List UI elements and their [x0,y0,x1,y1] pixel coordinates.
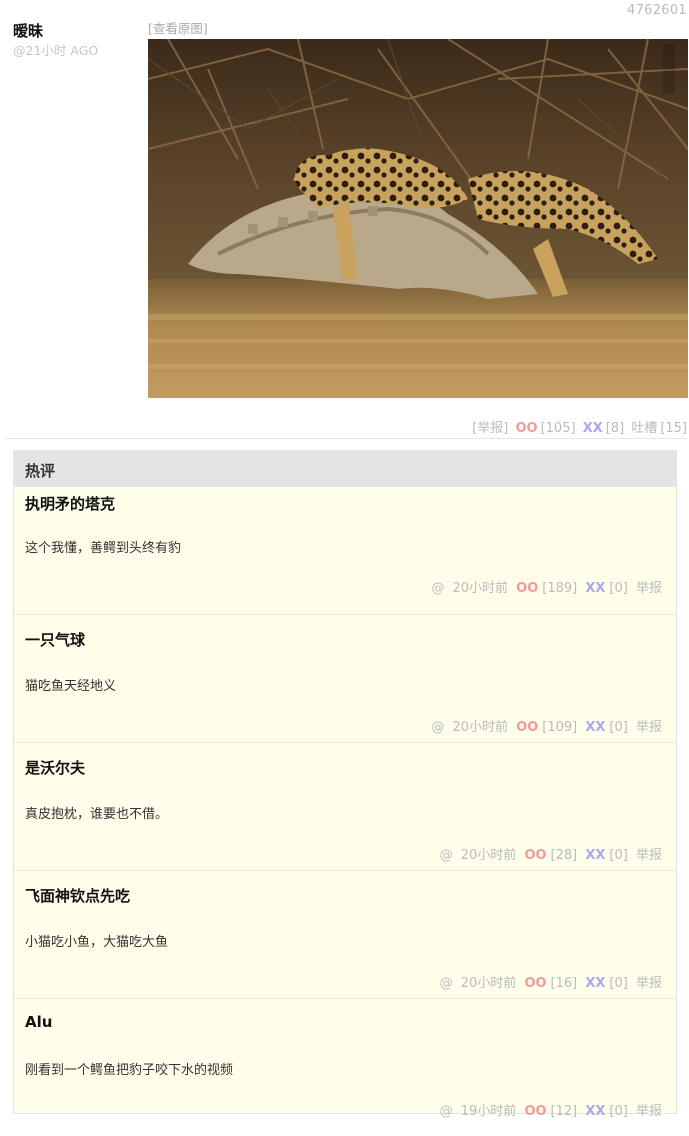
comment-text: 小猫吃小鱼，大猫吃大鱼 [25,935,169,950]
comment-oo-button[interactable]: OO [524,1104,546,1119]
comment-meta: @ 19小时前 OO [12] XX [0] 举报 [440,1100,662,1119]
post-id: 4762601 [627,3,687,18]
comment-time: 20小时前 [460,848,517,863]
post-author[interactable]: 暧昧 [13,20,43,41]
comment-author[interactable]: Alu [25,1013,52,1031]
comment-report-link[interactable]: 举报 [636,848,662,863]
post-xx-count: [8] [605,421,625,436]
comment-oo-count: [16] [550,976,578,991]
reply-at-link[interactable]: @ [431,720,444,735]
comment-text: 这个我懂，善鳄到头终有豹 [25,541,182,556]
comment-item: Alu 刚看到一个鳄鱼把豹子咬下水的视频 @ 19小时前 OO [12] XX [0… [14,999,676,1127]
comment-report-link[interactable]: 举报 [636,581,662,596]
comment-time: 19小时前 [460,1104,517,1119]
post-tucao-count: [15] [660,421,687,436]
post-page: 4762601 暧昧 @21小时 AGO [查看原图] [举报] OO [105… [0,0,689,1136]
hot-comments-panel: 热评 执明矛的塔克 这个我懂，善鳄到头终有豹 @ 20小时前 OO [189] X… [13,450,677,1119]
comment-report-link[interactable]: 举报 [636,1104,662,1119]
comment-xx-count: [0] [609,581,628,596]
post-xx-button[interactable]: XX [583,421,603,436]
comment-oo-button[interactable]: OO [516,720,538,735]
comment-xx-button[interactable]: XX [585,581,605,596]
reply-at-link[interactable]: @ [440,976,453,991]
post-divider [6,438,687,439]
comment-text: 猫吃鱼天经地义 [25,679,117,694]
comment-xx-count: [0] [609,848,628,863]
comment-time: 20小时前 [452,581,509,596]
reply-at-link[interactable]: @ [431,581,444,596]
comment-report-link[interactable]: 举报 [636,720,662,735]
comment-meta: @ 20小时前 OO [109] XX [0] 举报 [431,716,662,735]
comment-item: 一只气球 猫吃鱼天经地义 @ 20小时前 OO [109] XX [0] 举报 [14,615,676,743]
reply-at-link[interactable]: @ [440,1104,453,1119]
comment-xx-button[interactable]: XX [585,720,605,735]
comment-xx-count: [0] [609,720,628,735]
comment-text: 真皮抱枕，谁要也不借。 [25,807,169,822]
comment-text: 刚看到一个鳄鱼把豹子咬下水的视频 [25,1063,234,1078]
comment-oo-button[interactable]: OO [524,976,546,991]
post-photo[interactable] [148,39,688,398]
jaguar-caiman-photo [148,39,688,398]
comment-author[interactable]: 执明矛的塔克 [25,493,115,514]
comment-author[interactable]: 一只气球 [25,629,85,650]
comment-time: 20小时前 [460,976,517,991]
comment-item: 是沃尔夫 真皮抱枕，谁要也不借。 @ 20小时前 OO [28] XX [0] 举报 [14,743,676,871]
comment-xx-button[interactable]: XX [585,1104,605,1119]
comment-oo-button[interactable]: OO [524,848,546,863]
comment-xx-button[interactable]: XX [585,848,605,863]
comment-oo-count: [28] [550,848,578,863]
comment-item: 飞面神钦点先吃 小猫吃小鱼，大猫吃大鱼 @ 20小时前 OO [16] XX [0]… [14,871,676,999]
comment-author[interactable]: 是沃尔夫 [25,757,85,778]
comment-oo-button[interactable]: OO [516,581,538,596]
post-oo-button[interactable]: OO [515,421,537,436]
comment-time: 20小时前 [452,720,509,735]
comment-oo-count: [109] [542,720,578,735]
post-time: @21小时 AGO [13,43,99,58]
comment-oo-count: [12] [550,1104,578,1119]
reply-at-link[interactable]: @ [440,848,453,863]
post-tucao-link[interactable]: 吐槽 [631,421,657,436]
comment-author[interactable]: 飞面神钦点先吃 [25,885,130,906]
comment-item: 执明矛的塔克 这个我懂，善鳄到头终有豹 @ 20小时前 OO [189] XX [0… [14,487,676,615]
comment-meta: @ 20小时前 OO [189] XX [0] 举报 [431,577,662,596]
post-footer: [举报] OO [105] XX [8] 吐槽 [15] [469,417,687,436]
post-oo-count: [105] [540,421,576,436]
comment-xx-count: [0] [609,1104,628,1119]
comment-oo-count: [189] [542,581,578,596]
comment-xx-button[interactable]: XX [585,976,605,991]
comment-meta: @ 20小时前 OO [28] XX [0] 举报 [440,844,662,863]
view-original-link[interactable]: [查看原图] [148,18,208,37]
comment-xx-count: [0] [609,976,628,991]
comment-report-link[interactable]: 举报 [636,976,662,991]
comment-meta: @ 20小时前 OO [16] XX [0] 举报 [440,972,662,991]
post-report-link[interactable]: [举报] [472,421,508,436]
hot-comments-title: 热评 [14,451,676,487]
